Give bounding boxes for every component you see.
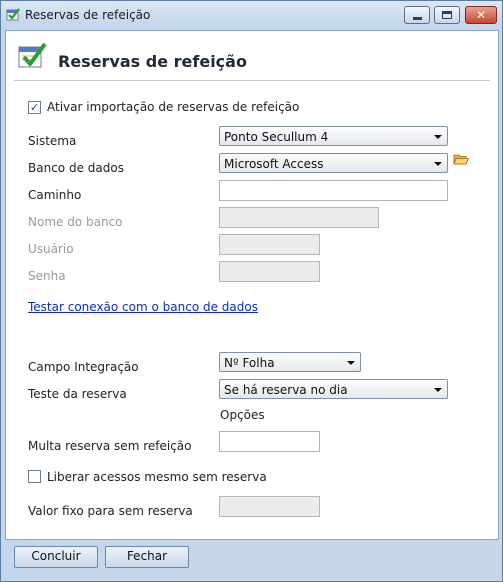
app-window: Reservas de refeição ✕ Reservas de refei… bbox=[0, 0, 503, 582]
sistema-value: Ponto Secullum 4 bbox=[224, 130, 329, 144]
meal-reservation-icon bbox=[6, 8, 20, 21]
campo-integracao-value: Nº Folha bbox=[224, 356, 275, 370]
meal-reservation-icon bbox=[18, 42, 47, 68]
chevron-down-icon bbox=[434, 388, 442, 392]
folder-open-icon[interactable] bbox=[453, 152, 469, 166]
window-title: Reservas de refeição bbox=[25, 8, 151, 22]
ativar-importacao-label: Ativar importação de reservas de refeiçã… bbox=[47, 100, 300, 114]
title-bar[interactable]: Reservas de refeição ✕ bbox=[1, 1, 502, 28]
valor-fixo-input bbox=[219, 496, 320, 517]
senha-label: Senha bbox=[28, 269, 66, 283]
ativar-importacao-checkbox[interactable]: ✓ bbox=[28, 101, 41, 114]
usuario-label: Usuário bbox=[28, 242, 74, 256]
teste-da-reserva-label: Teste da reserva bbox=[28, 387, 127, 401]
page-title: Reservas de refeição bbox=[58, 52, 247, 71]
close-icon: ✕ bbox=[475, 8, 487, 22]
opcoes-label: Opções bbox=[220, 408, 265, 422]
chevron-down-icon bbox=[434, 135, 442, 139]
multa-reserva-label: Multa reserva sem refeição bbox=[28, 439, 192, 453]
checkmark-icon: ✓ bbox=[29, 101, 40, 114]
concluir-button[interactable]: Concluir bbox=[14, 546, 98, 568]
campo-integracao-label: Campo Integração bbox=[28, 360, 139, 374]
minimize-icon bbox=[412, 16, 422, 20]
multa-reserva-input[interactable] bbox=[219, 431, 320, 452]
close-button[interactable]: ✕ bbox=[465, 6, 497, 24]
header-divider bbox=[14, 80, 490, 81]
teste-da-reserva-select[interactable]: Se há reserva no dia bbox=[219, 379, 448, 399]
banco-de-dados-select[interactable]: Microsoft Access bbox=[219, 153, 448, 173]
liberar-acessos-checkbox[interactable] bbox=[28, 470, 41, 483]
maximize-button[interactable] bbox=[434, 6, 460, 24]
liberar-acessos-label: Liberar acessos mesmo sem reserva bbox=[47, 470, 267, 484]
maximize-icon bbox=[442, 11, 452, 19]
chevron-down-icon bbox=[434, 162, 442, 166]
usuario-input bbox=[219, 234, 320, 255]
caminho-input[interactable] bbox=[219, 180, 448, 201]
chevron-down-icon bbox=[347, 361, 355, 365]
sistema-select[interactable]: Ponto Secullum 4 bbox=[219, 126, 448, 146]
nome-do-banco-label: Nome do banco bbox=[28, 215, 123, 229]
nome-do-banco-input bbox=[219, 207, 379, 228]
campo-integracao-select[interactable]: Nº Folha bbox=[219, 352, 361, 372]
sistema-label: Sistema bbox=[28, 134, 77, 148]
testar-conexao-link[interactable]: Testar conexão com o banco de dados bbox=[28, 300, 258, 314]
valor-fixo-label: Valor fixo para sem reserva bbox=[28, 504, 193, 518]
caminho-label: Caminho bbox=[28, 188, 82, 202]
teste-da-reserva-value: Se há reserva no dia bbox=[224, 383, 348, 397]
banco-de-dados-label: Banco de dados bbox=[28, 161, 124, 175]
banco-de-dados-value: Microsoft Access bbox=[224, 157, 324, 171]
senha-input bbox=[219, 261, 320, 282]
minimize-button[interactable] bbox=[404, 6, 430, 24]
fechar-button[interactable]: Fechar bbox=[105, 546, 189, 568]
